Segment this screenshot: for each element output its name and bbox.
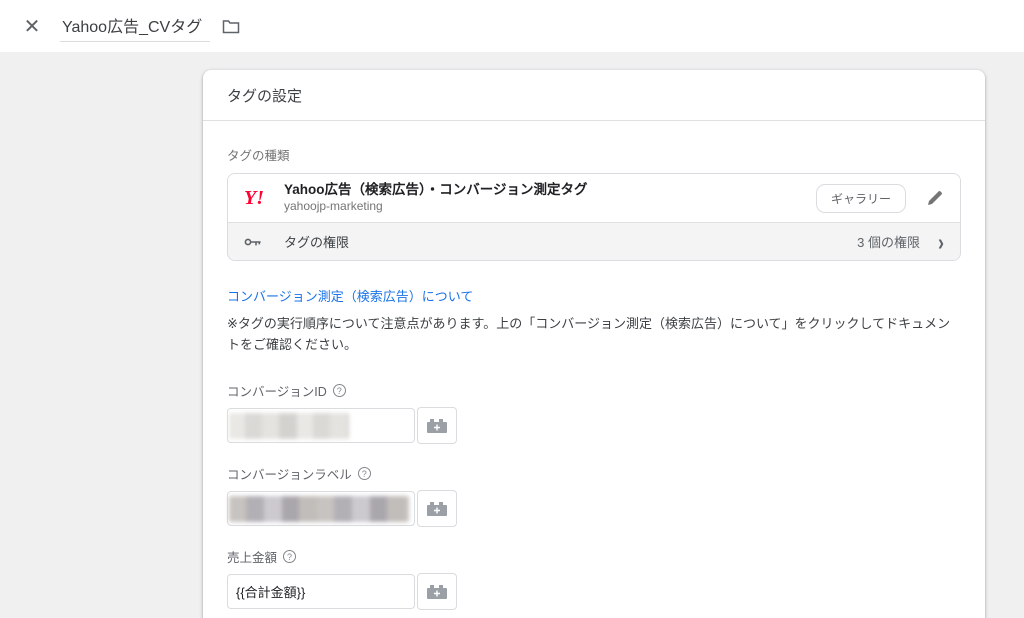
help-icon[interactable]: ? <box>357 467 371 480</box>
tag-permissions-row[interactable]: タグの権限 3 個の権限 › <box>228 222 960 260</box>
tag-configuration-card: タグの設定 タグの種類 Y! Yahoo広告（検索広告）・コンバージョン測定タグ… <box>203 70 985 618</box>
revenue-label: 売上金額 <box>227 551 278 565</box>
variable-brick-icon <box>427 584 447 599</box>
redacted-value-overlay <box>229 413 349 439</box>
tag-title-input[interactable]: Yahoo広告_CVタグ <box>60 11 210 42</box>
variable-picker-button[interactable] <box>417 407 457 444</box>
close-icon[interactable]: ✕ <box>18 12 46 40</box>
conversion-label-field-group: コンバージョンラベル ? <box>227 464 961 527</box>
variable-brick-icon <box>427 501 447 516</box>
conversion-id-label: コンバージョンID <box>227 385 327 399</box>
input-row <box>227 490 961 527</box>
field-label: コンバージョンラベル ? <box>227 464 961 483</box>
tag-type-name: Yahoo広告（検索広告）・コンバージョン測定タグ <box>284 182 588 198</box>
yahoo-logo: Y! <box>244 186 264 209</box>
input-row <box>227 407 961 444</box>
gallery-button[interactable]: ギャラリー <box>815 183 906 213</box>
top-bar: ✕ Yahoo広告_CVタグ <box>0 0 1024 52</box>
variable-picker-button[interactable] <box>417 573 457 610</box>
field-label: 売上金額 ? <box>227 547 961 566</box>
tag-type-section-label: タグの種類 <box>227 149 290 163</box>
input-row <box>227 573 961 610</box>
conversion-id-field-group: コンバージョンID ? <box>227 381 961 444</box>
conversion-doc-link[interactable]: コンバージョン測定（検索広告）について <box>227 286 473 305</box>
permissions-count-badge: 3 個の権限 <box>857 235 920 250</box>
main-area: タグの設定 タグの種類 Y! Yahoo広告（検索広告）・コンバージョン測定タグ… <box>0 70 1024 618</box>
card-body: タグの種類 Y! Yahoo広告（検索広告）・コンバージョン測定タグ yahoo… <box>203 121 985 618</box>
field-label: コンバージョンID ? <box>227 381 961 400</box>
tag-type-row[interactable]: Y! Yahoo広告（検索広告）・コンバージョン測定タグ yahoojp-mar… <box>228 174 960 222</box>
card-title: タグの設定 <box>203 70 985 121</box>
redacted-value-overlay <box>229 496 409 522</box>
help-icon[interactable]: ? <box>283 550 297 563</box>
help-icon[interactable]: ? <box>332 384 346 397</box>
revenue-field-group: 売上金額 ? <box>227 547 961 610</box>
variable-picker-button[interactable] <box>417 490 457 527</box>
key-icon <box>244 236 284 248</box>
permissions-label: タグの権限 <box>284 235 350 250</box>
chevron-right-icon: › <box>938 228 944 255</box>
variable-brick-icon <box>427 418 447 433</box>
revenue-input[interactable] <box>227 574 415 609</box>
folder-icon[interactable] <box>222 19 240 34</box>
tag-type-vendor: yahoojp-marketing <box>284 198 383 213</box>
tag-type-text: Yahoo広告（検索広告）・コンバージョン測定タグ yahoojp-market… <box>284 182 816 214</box>
conversion-label-label: コンバージョンラベル <box>227 468 352 482</box>
tag-type-box: Y! Yahoo広告（検索広告）・コンバージョン測定タグ yahoojp-mar… <box>227 173 961 261</box>
edit-pencil-icon[interactable] <box>926 189 944 207</box>
execution-order-notice: ※タグの実行順序について注意点があります。上の「コンバージョン測定（検索広告）に… <box>227 316 951 352</box>
